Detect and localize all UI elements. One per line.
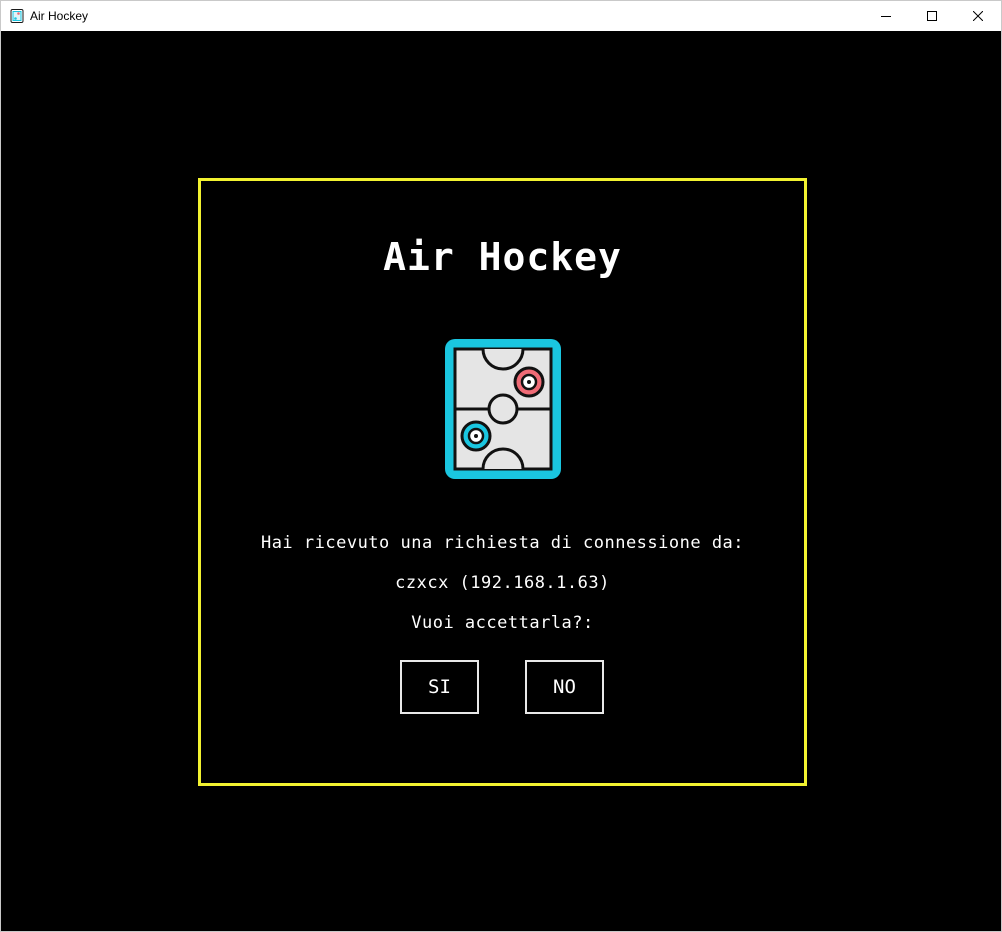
air-hockey-table-icon	[445, 339, 561, 479]
close-button[interactable]	[955, 1, 1001, 31]
maximize-button[interactable]	[909, 1, 955, 31]
accept-button[interactable]: SI	[400, 660, 479, 714]
title-bar[interactable]: Air Hockey	[1, 1, 1001, 31]
air-hockey-app-icon	[10, 9, 24, 23]
requester-info: czxcx (192.168.1.63)	[395, 573, 610, 593]
connection-request-message: Hai ricevuto una richiesta di connession…	[260, 533, 745, 553]
maximize-icon	[927, 11, 937, 21]
window-title: Air Hockey	[30, 9, 89, 23]
minimize-button[interactable]	[863, 1, 909, 31]
minimize-icon	[881, 16, 891, 17]
close-icon	[973, 11, 983, 21]
reject-button[interactable]: NO	[525, 660, 604, 714]
dialog-title: Air Hockey	[383, 235, 622, 279]
accept-question: Vuoi accettarla?:	[411, 613, 594, 633]
connection-request-dialog: Air Hockey Hai ricevuto una richiesta di…	[198, 178, 807, 786]
game-canvas: Air Hockey Hai ricevuto una richiesta di…	[1, 31, 1001, 931]
app-window: Air Hockey Air Hockey Hai ricevuto una r…	[0, 0, 1002, 932]
